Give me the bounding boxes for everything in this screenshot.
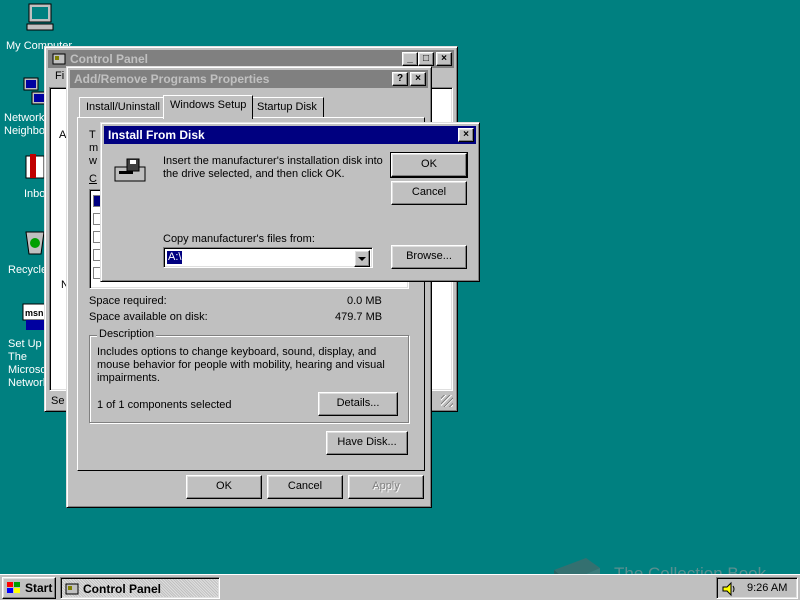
components-selected: 1 of 1 components selected [97,399,232,411]
apply-button[interactable]: Apply [348,475,424,499]
install-from-disk-dialog[interactable]: Install From Disk × Insert the manufactu… [100,122,480,282]
copy-files-combobox[interactable]: A:\ [163,247,373,268]
desktop-icon-label: Set Up The Microsoft Network [8,338,53,389]
menu-file[interactable]: Fi [55,70,64,82]
tab-windows-setup[interactable]: Windows Setup [163,95,254,119]
close-button[interactable]: × [458,128,474,142]
description-text: Includes options to change keyboard, sou… [97,346,385,384]
have-disk-button[interactable]: Have Disk... [326,431,408,455]
taskbar: Start Control Panel 9:26 AM [0,574,800,600]
help-button[interactable]: ? [392,72,408,86]
browse-label: Browse... [406,250,452,262]
tab-install-uninstall[interactable]: Install/Uninstall [79,97,167,117]
tab-startup-disk[interactable]: Startup Disk [250,97,324,117]
description-label: Description [97,328,157,340]
ok-button[interactable]: OK [186,475,262,499]
space-available-value: 479.7 MB [335,311,383,323]
maximize-button[interactable]: □ [418,52,434,66]
have-disk-button-label: Have Disk... [337,436,397,448]
details-button-label: Details... [336,397,380,409]
start-label: Start [25,581,53,595]
disk-drive-icon [114,158,146,182]
close-button[interactable]: × [410,72,426,86]
computer-icon [26,3,54,31]
desktop-icon-my-computer[interactable]: My Computer [4,2,74,52]
dropdown-arrow-button[interactable] [354,250,370,267]
windows-logo-icon [7,582,20,593]
control-panel-title: Control Panel [70,52,149,66]
partial-text: T [89,129,96,141]
install-instructions: Insert the manufacturer's installation d… [163,155,383,180]
chevron-down-icon [358,257,366,261]
copy-files-label: Copy manufacturer's files from: [163,233,315,245]
ok-button-label: OK [216,480,232,492]
control-panel-icon [65,583,79,595]
apply-button-label: Apply [372,480,400,492]
install-cancel-label: Cancel [411,186,447,198]
system-tray: 9:26 AM [716,577,798,599]
control-panel-icon [52,53,66,65]
clock[interactable]: 9:26 AM [747,582,787,594]
start-button[interactable]: Start [2,577,56,599]
browse-button[interactable]: Browse... [391,245,467,269]
svg-text:msn: msn [25,308,44,318]
resize-grip[interactable] [441,395,453,407]
status-bar: Se [51,395,65,407]
install-cancel-button[interactable]: Cancel [391,181,467,205]
partial-text: w [89,155,97,167]
copy-files-value[interactable]: A:\ [167,251,183,264]
speaker-icon[interactable] [721,581,737,597]
space-available-label: Space available on disk: [89,311,208,323]
close-button[interactable]: × [436,52,452,66]
cancel-button[interactable]: Cancel [267,475,343,499]
taskbar-button-label: Control Panel [83,582,162,596]
taskbar-button-control-panel[interactable]: Control Panel [60,577,220,599]
install-ok-label: OK [421,158,437,170]
space-required-value: 0.0 MB [347,295,382,307]
partial-text: C [89,173,97,185]
install-ok-button[interactable]: OK [390,152,468,178]
minimize-button[interactable]: _ [402,52,418,66]
space-required-label: Space required: [89,295,167,307]
install-title: Install From Disk [108,128,205,142]
properties-titlebar[interactable]: Add/Remove Programs Properties ? × [70,70,428,88]
cancel-button-label: Cancel [287,480,323,492]
install-titlebar[interactable]: Install From Disk × [104,126,476,144]
partial-text: m [89,142,99,154]
details-button[interactable]: Details... [318,392,398,416]
properties-title: Add/Remove Programs Properties [74,72,270,86]
